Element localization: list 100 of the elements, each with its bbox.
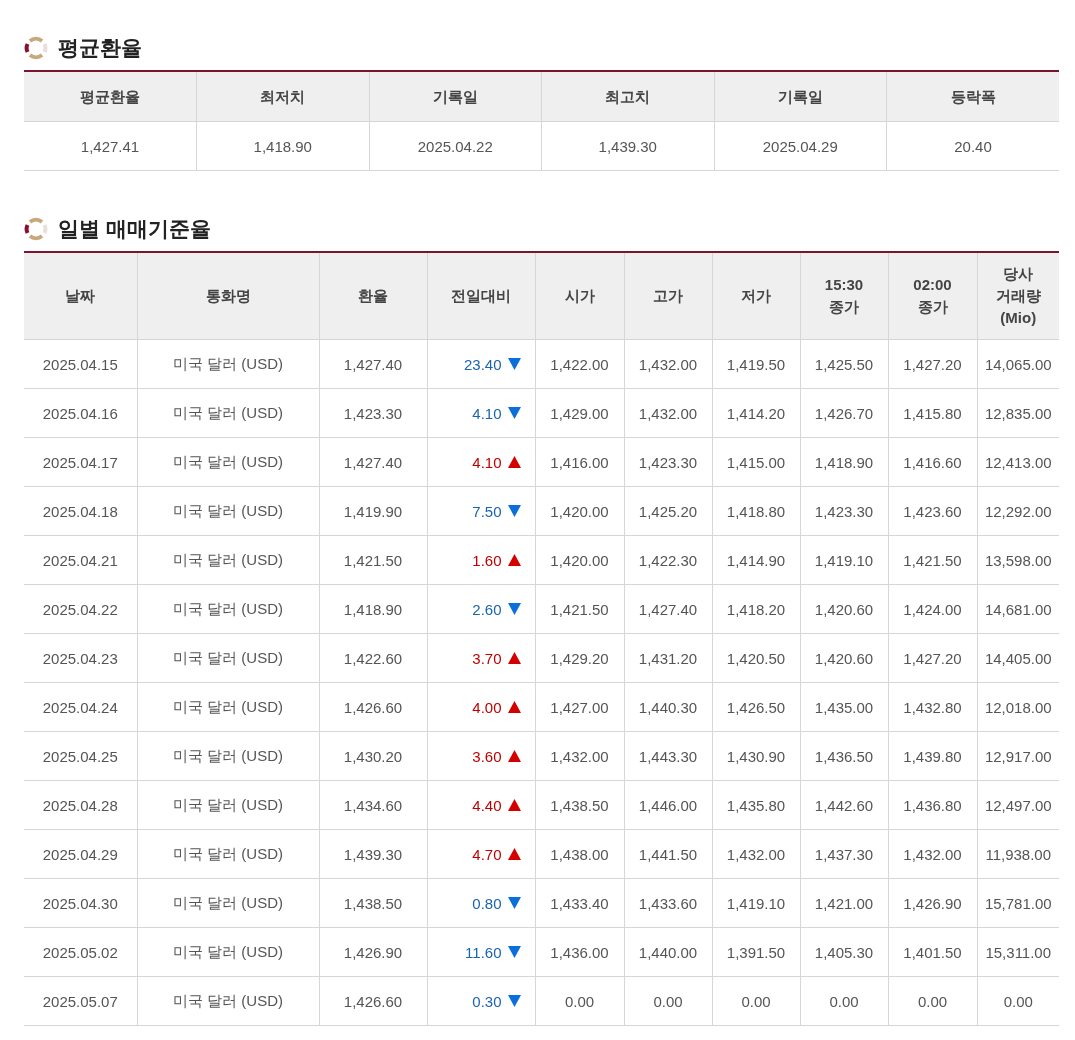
- table-cell: 2025.04.28: [24, 780, 137, 830]
- section-title: 평균환율: [58, 35, 142, 61]
- table-cell: 2025.05.07: [24, 976, 137, 1026]
- table-cell: 1,439.80: [888, 731, 977, 781]
- table-cell: 2025.04.23: [24, 633, 137, 683]
- table-cell: 1,426.50: [712, 682, 800, 732]
- table-cell: 1,442.60: [800, 780, 888, 830]
- table-cell: 미국 달러 (USD): [137, 388, 319, 438]
- table-cell: 미국 달러 (USD): [137, 682, 319, 732]
- table-cell: 미국 달러 (USD): [137, 878, 319, 928]
- table-cell: 1,440.30: [624, 682, 712, 732]
- table-cell: 1,416.60: [888, 437, 977, 487]
- column-header: 환율: [319, 252, 427, 340]
- table-cell: 1,416.00: [535, 437, 624, 487]
- table-cell: 1,429.00: [535, 388, 624, 438]
- up-triangle-icon: [507, 848, 521, 860]
- table-cell: 2025.04.29: [24, 829, 137, 879]
- table-cell: 7.50: [427, 486, 535, 536]
- table-cell: 1,425.50: [800, 339, 888, 389]
- table-cell: 1,435.00: [800, 682, 888, 732]
- table-cell: 1,420.00: [535, 535, 624, 585]
- table-cell: 1,426.90: [888, 878, 977, 928]
- table-cell: 2025.04.21: [24, 535, 137, 585]
- table-cell: 1,422.00: [535, 339, 624, 389]
- table-cell: 미국 달러 (USD): [137, 584, 319, 634]
- table-cell: 1,438.50: [535, 780, 624, 830]
- table-cell: 0.30: [427, 976, 535, 1026]
- up-triangle-icon: [507, 799, 521, 811]
- table-cell: 1,421.50: [319, 535, 427, 585]
- table-cell: 미국 달러 (USD): [137, 780, 319, 830]
- column-header: 15:30 종가: [800, 252, 888, 340]
- up-triangle-icon: [507, 701, 521, 713]
- table-cell: 1,434.60: [319, 780, 427, 830]
- table-cell: 1,419.10: [800, 535, 888, 585]
- table-cell: 1,427.40: [319, 437, 427, 487]
- table-cell: 2025.04.22: [24, 584, 137, 634]
- table-cell: 1,432.00: [624, 339, 712, 389]
- column-header: 통화명: [137, 252, 319, 340]
- column-header: 평균환율: [24, 71, 197, 122]
- up-triangle-icon: [507, 750, 521, 762]
- table-cell: 미국 달러 (USD): [137, 927, 319, 977]
- table-cell: 2025.04.18: [24, 486, 137, 536]
- table-cell: 1,431.20: [624, 633, 712, 683]
- table-cell: 1,419.90: [319, 486, 427, 536]
- table-cell: 1,423.60: [888, 486, 977, 536]
- table-cell: 0.00: [535, 976, 624, 1026]
- table-cell: 1,391.50: [712, 927, 800, 977]
- table-cell: 2025.04.22: [369, 121, 542, 171]
- table-cell: 1,432.00: [712, 829, 800, 879]
- table-cell: 4.10: [427, 388, 535, 438]
- table-cell: 1,438.00: [535, 829, 624, 879]
- table-cell: 2.60: [427, 584, 535, 634]
- table-cell: 11.60: [427, 927, 535, 977]
- table-cell: 1.60: [427, 535, 535, 585]
- table-cell: 1,438.50: [319, 878, 427, 928]
- table-cell: 1,414.90: [712, 535, 800, 585]
- down-triangle-icon: [507, 358, 521, 370]
- table-cell: 1,424.00: [888, 584, 977, 634]
- ring-icon: [24, 36, 48, 60]
- table-cell: 1,418.90: [800, 437, 888, 487]
- table-cell: 1,421.50: [888, 535, 977, 585]
- table-cell: 4.70: [427, 829, 535, 879]
- table-cell: 1,420.60: [800, 584, 888, 634]
- down-triangle-icon: [507, 603, 521, 615]
- table-cell: 2025.04.29: [714, 121, 887, 171]
- table-cell: 1,429.20: [535, 633, 624, 683]
- table-cell: 1,433.40: [535, 878, 624, 928]
- table-cell: 1,436.80: [888, 780, 977, 830]
- table-cell: 미국 달러 (USD): [137, 437, 319, 487]
- table-cell: 3.70: [427, 633, 535, 683]
- table-cell: 1,420.50: [712, 633, 800, 683]
- table-cell: 0.00: [888, 976, 977, 1026]
- column-header: 저가: [712, 252, 800, 340]
- table-cell: 1,427.40: [319, 339, 427, 389]
- table-cell: 1,419.10: [712, 878, 800, 928]
- table-cell: 2025.04.25: [24, 731, 137, 781]
- table-cell: 미국 달러 (USD): [137, 829, 319, 879]
- table-cell: 1,427.40: [624, 584, 712, 634]
- table-cell: 1,401.50: [888, 927, 977, 977]
- table-cell: 1,432.00: [888, 829, 977, 879]
- table-cell: 1,436.50: [800, 731, 888, 781]
- table-cell: 1,426.90: [319, 927, 427, 977]
- table-cell: 3.60: [427, 731, 535, 781]
- table-cell: 1,426.60: [319, 976, 427, 1026]
- table-cell: 2025.04.30: [24, 878, 137, 928]
- table-cell: 1,427.20: [888, 633, 977, 683]
- up-triangle-icon: [507, 554, 521, 566]
- table-cell: 1,422.30: [624, 535, 712, 585]
- table-cell: 1,415.00: [712, 437, 800, 487]
- table-cell: 1,425.20: [624, 486, 712, 536]
- table-cell: 1,423.30: [624, 437, 712, 487]
- table-cell: 1,437.30: [800, 829, 888, 879]
- ring-icon: [24, 217, 48, 241]
- down-triangle-icon: [507, 946, 521, 958]
- table-cell: 1,432.00: [624, 388, 712, 438]
- table-cell: 미국 달러 (USD): [137, 486, 319, 536]
- table-cell: 1,426.70: [800, 388, 888, 438]
- section-title: 일별 매매기준율: [58, 216, 211, 242]
- table-cell: 4.00: [427, 682, 535, 732]
- table-cell: 0.00: [800, 976, 888, 1026]
